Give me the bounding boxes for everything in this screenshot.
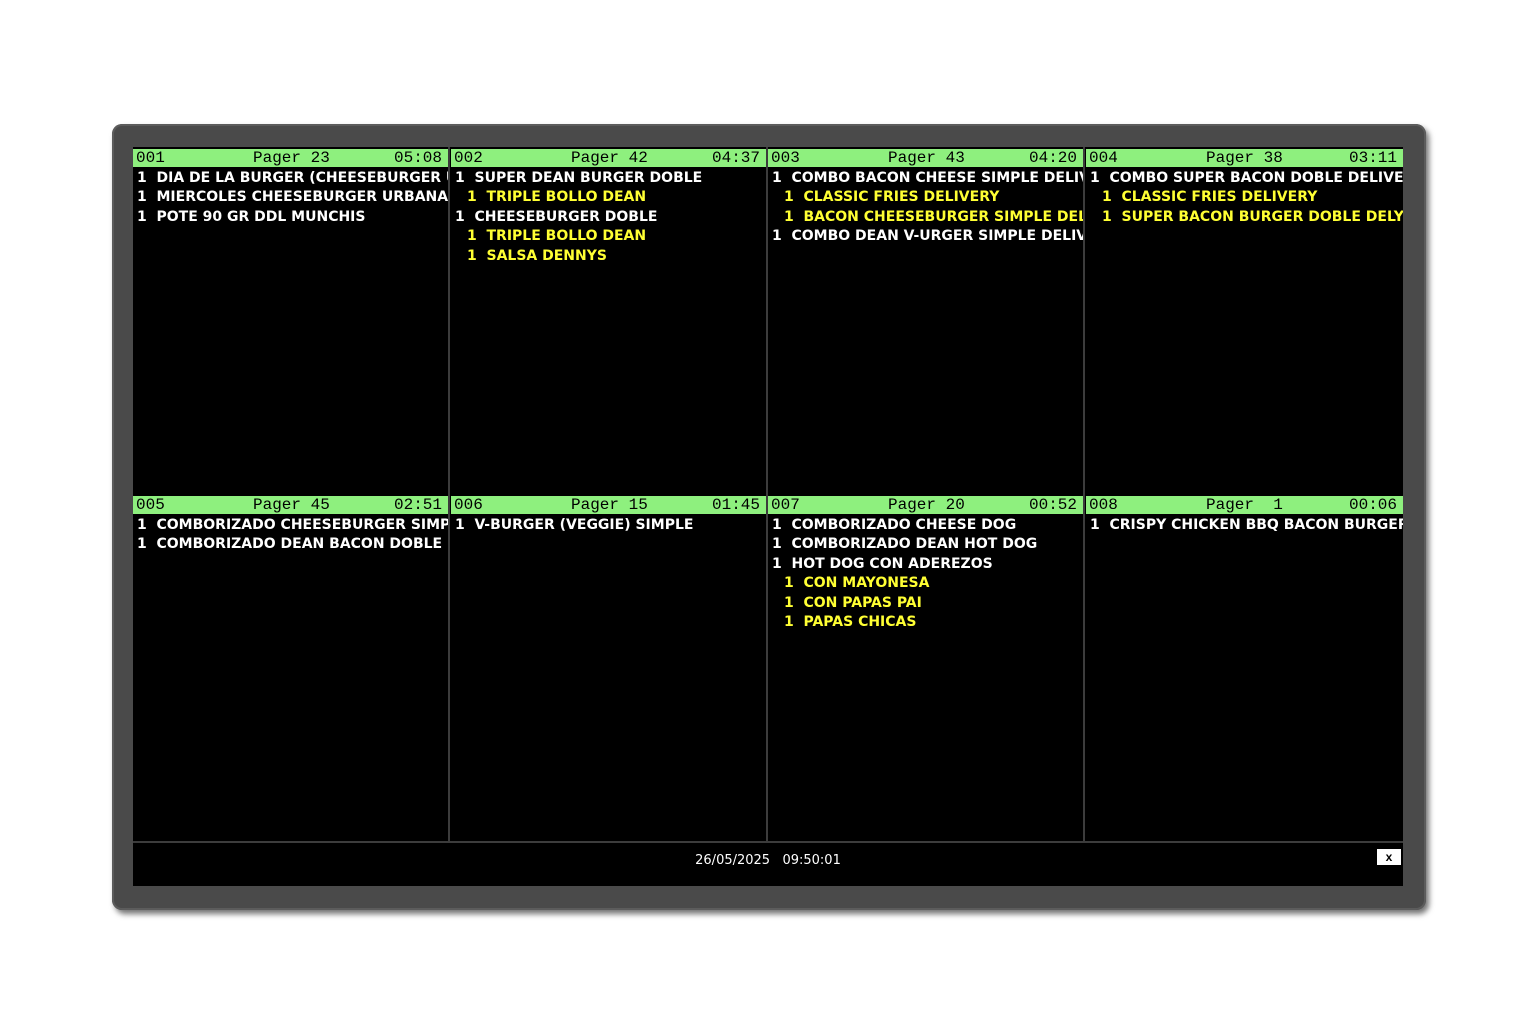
item-modifier: 1 SALSA DENNYS — [467, 247, 607, 264]
kitchen-display-screen: 001 Pager 23 05:08 1 DIA DE LA BURGER (CHEE… — [133, 147, 1403, 886]
elapsed-time: 04:37 — [711, 149, 760, 167]
elapsed-time: 03:11 — [1348, 149, 1397, 167]
datetime-display: 26/05/2025 09:50:01 — [695, 853, 841, 868]
ticket-header: 004 Pager 38 03:11 — [1086, 149, 1403, 167]
elapsed-time: 02:51 — [393, 496, 442, 514]
ticket-items: 1 COMBORIZADO CHEESEBURGER SIMPLE 1 COMBO… — [137, 516, 448, 555]
order-ticket[interactable]: 003 Pager 43 04:20 1 COMBO BACON CHEESE SIM… — [768, 147, 1085, 494]
elapsed-time: 00:52 — [1028, 496, 1077, 514]
ticket-items: 1 SUPER DEAN BURGER DOBLE 1 TRIPLE BOLLO … — [455, 169, 766, 266]
order-item: 1 COMBORIZADO CHEESE DOG — [772, 517, 1017, 533]
order-item: 1 SUPER DEAN BURGER DOBLE — [455, 170, 703, 186]
order-item: 1 COMBORIZADO DEAN HOT DOG — [772, 536, 1038, 553]
item-modifier: 1 CLASSIC FRIES DELIVERY — [1102, 189, 1318, 206]
order-number: 008 — [1089, 496, 1118, 514]
order-item: 1 COMBORIZADO CHEESEBURGER SIMPLE — [137, 517, 448, 533]
pager-label: Pager 45 — [253, 496, 330, 514]
pager-label: Pager 23 — [253, 149, 330, 167]
ticket-items: 1 COMBO SUPER BACON DOBLE DELIVERY 1 CLAS… — [1090, 169, 1403, 227]
pager-label: Pager 43 — [888, 149, 965, 167]
ticket-header: 001 Pager 23 05:08 — [133, 149, 448, 167]
order-item: 1 V-BURGER (VEGGIE) SIMPLE — [455, 517, 694, 533]
pager-label: Pager 20 — [888, 496, 965, 514]
ticket-grid: 001 Pager 23 05:08 1 DIA DE LA BURGER (CHEE… — [133, 147, 1403, 841]
order-ticket[interactable]: 001 Pager 23 05:08 1 DIA DE LA BURGER (CHEE… — [133, 147, 450, 494]
order-item: 1 CRISPY CHICKEN BBQ BACON BURGER — [1090, 517, 1403, 533]
ticket-items: 1 V-BURGER (VEGGIE) SIMPLE — [455, 516, 766, 535]
ticket-header: 006 Pager 15 01:45 — [451, 496, 766, 514]
item-modifier: 1 PAPAS CHICAS — [784, 614, 917, 631]
item-modifier: 1 TRIPLE BOLLO DEAN — [467, 189, 647, 206]
order-item: 1 COMBO DEAN V-URGER SIMPLE DELIVERY — [772, 228, 1083, 245]
item-modifier: 1 SUPER BACON BURGER DOBLE DELY — [1102, 208, 1403, 225]
order-number: 001 — [136, 149, 165, 167]
elapsed-time: 05:08 — [393, 149, 442, 167]
order-ticket[interactable]: 007 Pager 20 00:52 1 COMBORIZADO CHEESE DOG… — [768, 494, 1085, 841]
ticket-header: 002 Pager 42 04:37 — [451, 149, 766, 167]
ticket-header: 007 Pager 20 00:52 — [768, 496, 1083, 514]
order-ticket[interactable]: 005 Pager 45 02:51 1 COMBORIZADO CHEESEBURG… — [133, 494, 450, 841]
order-item: 1 POTE 90 GR DDL MUNCHIS — [137, 208, 366, 225]
pager-label: Pager 15 — [571, 496, 648, 514]
order-number: 005 — [136, 496, 165, 514]
order-item: 1 DIA DE LA BURGER (CHEESEBURGER URBANA — [137, 170, 448, 186]
ticket-items: 1 COMBO BACON CHEESE SIMPLE DELIVERY 1 CL… — [772, 169, 1083, 247]
order-number: 004 — [1089, 149, 1118, 167]
order-ticket[interactable]: 004 Pager 38 03:11 1 COMBO SUPER BACON DOBL… — [1086, 147, 1403, 494]
ticket-items: 1 COMBORIZADO CHEESE DOG 1 COMBORIZADO DE… — [772, 516, 1083, 632]
order-number: 007 — [771, 496, 800, 514]
order-item: 1 HOT DOG CON ADEREZOS — [772, 555, 993, 572]
item-modifier: 1 CON MAYONESA — [784, 575, 930, 592]
ticket-header: 005 Pager 45 02:51 — [133, 496, 448, 514]
order-item: 1 MIERCOLES CHEESEBURGER URBANA DELIVERY — [137, 189, 448, 206]
elapsed-time: 01:45 — [711, 496, 760, 514]
order-ticket[interactable]: 002 Pager 42 04:37 1 SUPER DEAN BURGER DOBL… — [451, 147, 768, 494]
order-ticket[interactable]: 008 Pager 1 00:06 1 CRISPY CHICKEN BBQ BACO… — [1086, 494, 1403, 841]
order-item: 1 COMBO SUPER BACON DOBLE DELIVERY — [1090, 170, 1403, 186]
item-modifier: 1 BACON CHEESEBURGER SIMPLE DELIVERY — [784, 208, 1083, 225]
ticket-header: 008 Pager 1 00:06 — [1086, 496, 1403, 514]
pager-label: Pager 42 — [571, 149, 648, 167]
pager-label: Pager 1 — [1206, 496, 1283, 514]
order-item: 1 CHEESEBURGER DOBLE — [455, 208, 658, 225]
order-item: 1 COMBO BACON CHEESE SIMPLE DELIVERY — [772, 170, 1083, 186]
pager-label: Pager 38 — [1206, 149, 1283, 167]
item-modifier: 1 CON PAPAS PAI — [784, 594, 922, 611]
order-number: 006 — [454, 496, 483, 514]
elapsed-time: 00:06 — [1348, 496, 1397, 514]
elapsed-time: 04:20 — [1028, 149, 1077, 167]
status-footer: 26/05/2025 09:50:01 x — [133, 843, 1403, 886]
order-item: 1 COMBORIZADO DEAN BACON DOBLE — [137, 536, 443, 553]
ticket-items: 1 CRISPY CHICKEN BBQ BACON BURGER — [1090, 516, 1403, 535]
item-modifier: 1 TRIPLE BOLLO DEAN — [467, 228, 647, 245]
order-number: 003 — [771, 149, 800, 167]
close-button[interactable]: x — [1377, 849, 1401, 865]
ticket-items: 1 DIA DE LA BURGER (CHEESEBURGER URBANA 1… — [137, 169, 448, 227]
ticket-header: 003 Pager 43 04:20 — [768, 149, 1083, 167]
item-modifier: 1 CLASSIC FRIES DELIVERY — [784, 189, 1000, 206]
order-number: 002 — [454, 149, 483, 167]
order-ticket[interactable]: 006 Pager 15 01:45 1 V-BURGER (VEGGIE) SIMP… — [451, 494, 768, 841]
